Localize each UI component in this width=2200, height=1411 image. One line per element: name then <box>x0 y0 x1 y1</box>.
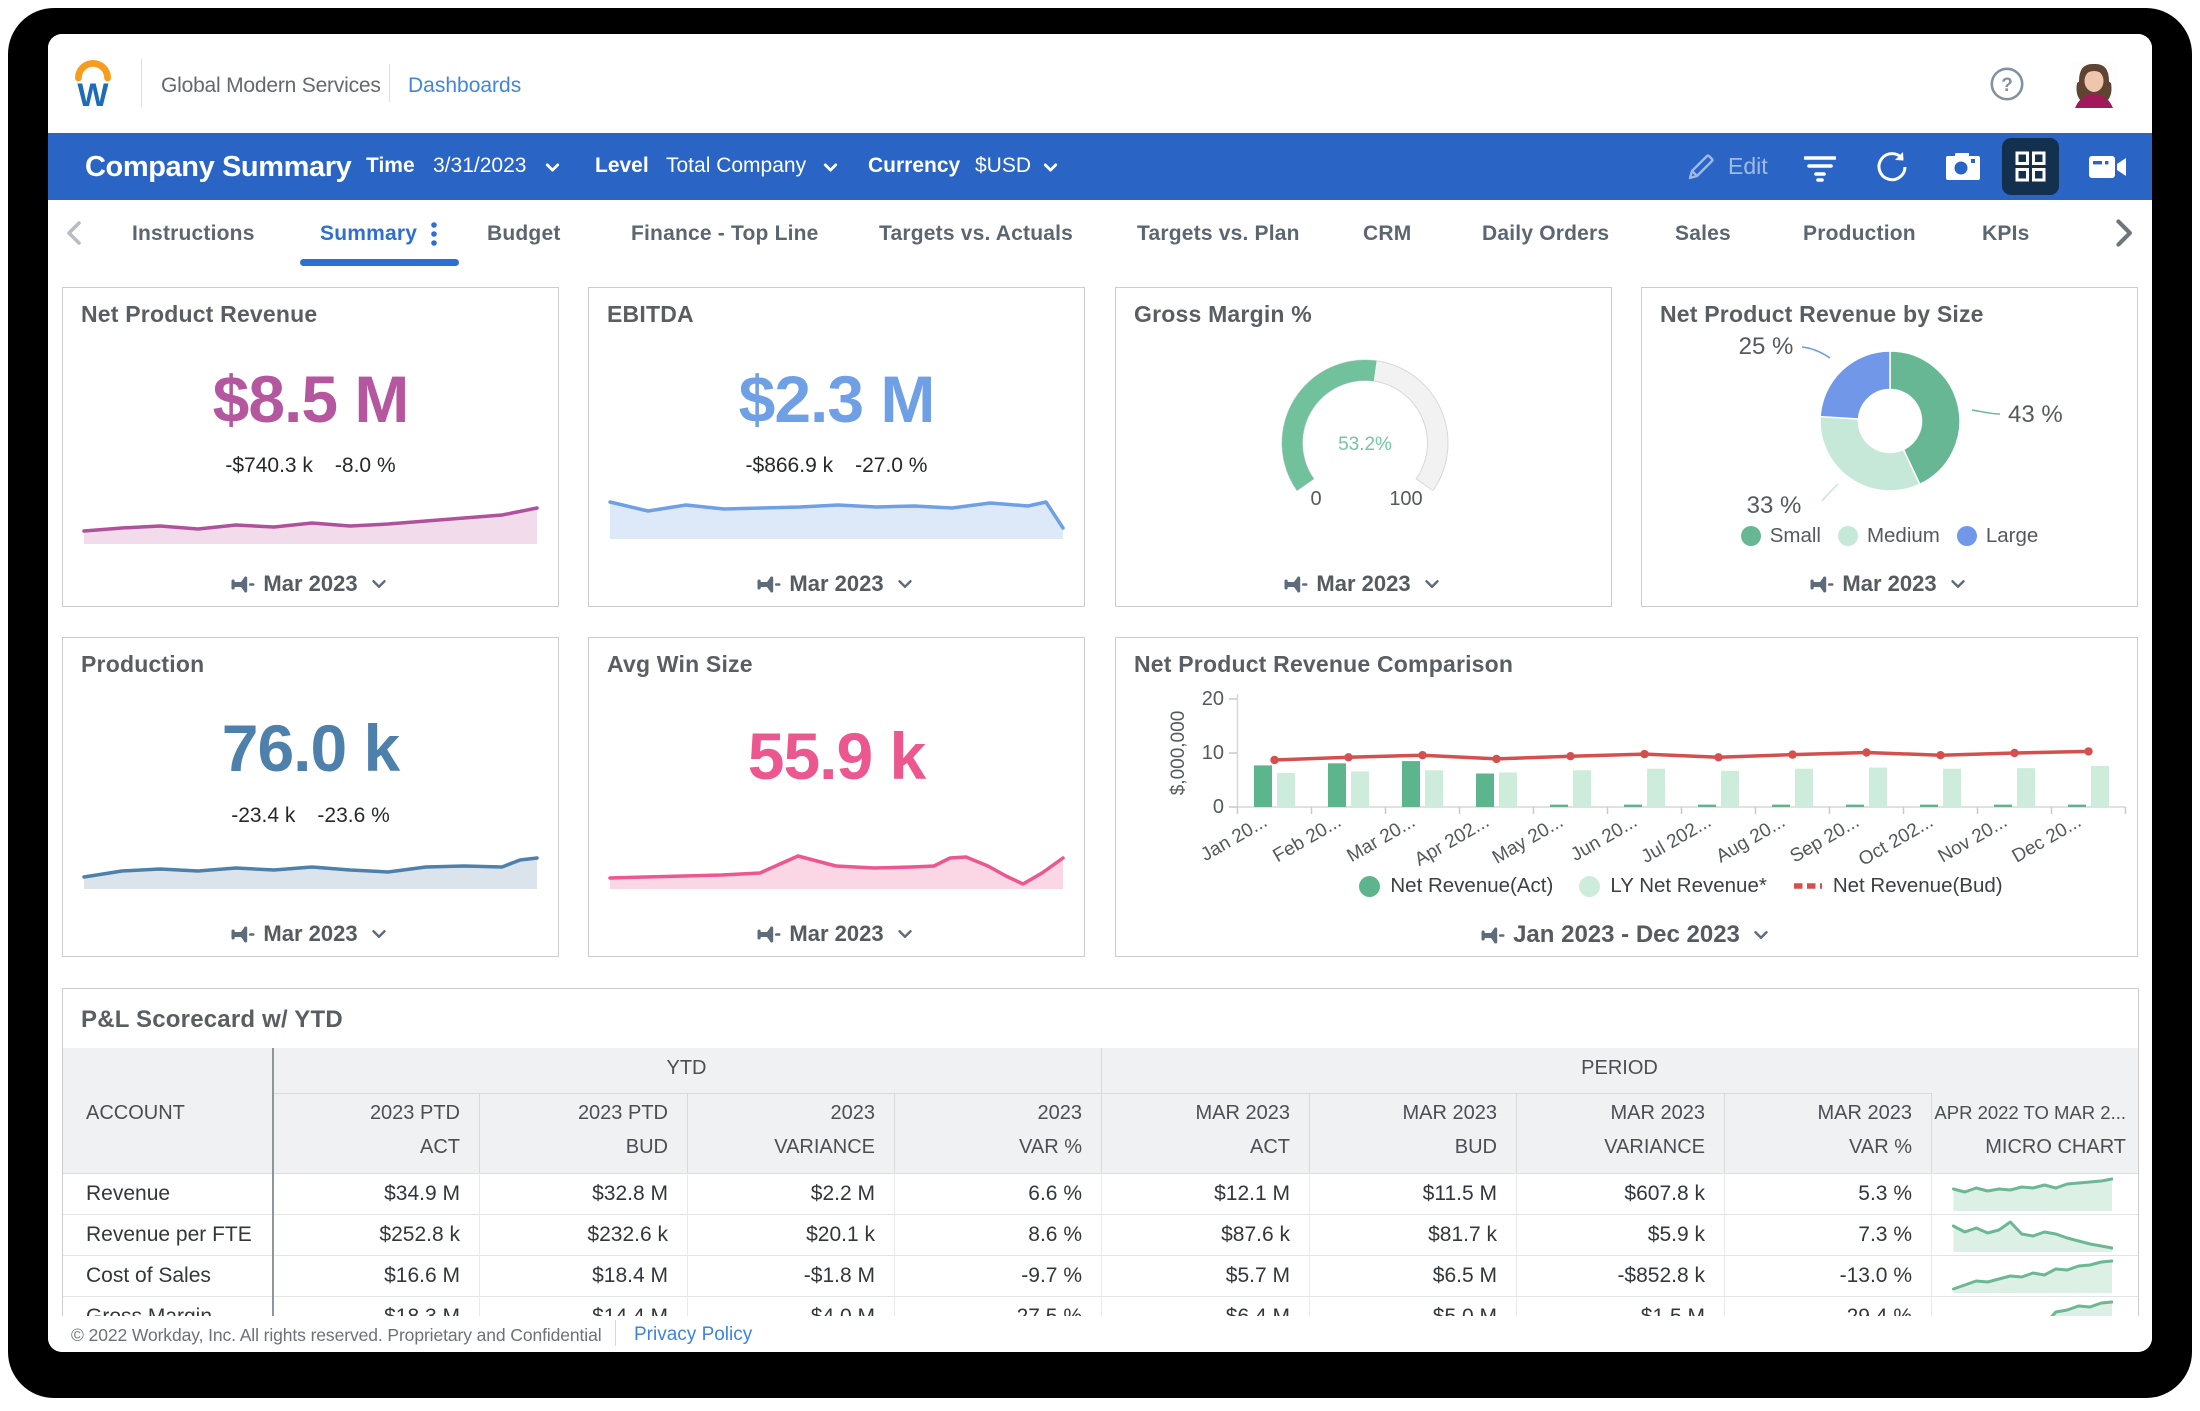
svg-text:100: 100 <box>1389 488 1422 510</box>
svg-text:Mar 20...: Mar 20... <box>1344 811 1419 867</box>
svg-text:25 %: 25 % <box>1739 333 1794 360</box>
svg-text:Jun 20...: Jun 20... <box>1567 811 1641 866</box>
svg-text:0: 0 <box>1213 796 1224 818</box>
svg-text:W: W <box>77 77 109 107</box>
svg-text:Aug 20...: Aug 20... <box>1713 811 1789 867</box>
svg-text:Apr 202...: Apr 202... <box>1411 811 1493 870</box>
svg-text:10: 10 <box>1202 742 1224 764</box>
svg-text:20: 20 <box>1202 688 1224 710</box>
svg-text:53.2%: 53.2% <box>1338 434 1392 455</box>
svg-text:$,000,000: $,000,000 <box>1168 711 1189 796</box>
svg-text:Feb 20...: Feb 20... <box>1270 811 1345 867</box>
svg-text:Sep 20...: Sep 20... <box>1787 811 1863 867</box>
svg-text:May 20...: May 20... <box>1489 811 1567 868</box>
svg-text:Nov 20...: Nov 20... <box>1935 811 2011 867</box>
svg-text:0: 0 <box>1310 488 1321 510</box>
svg-text:Jul 202...: Jul 202... <box>1638 811 1715 868</box>
svg-text:Oct 202...: Oct 202... <box>1855 811 1937 870</box>
svg-text:33 %: 33 % <box>1747 492 1802 519</box>
svg-text:Jan 20...: Jan 20... <box>1197 811 1271 866</box>
svg-text:?: ? <box>2001 75 2013 96</box>
svg-text:Dec 20...: Dec 20... <box>2009 811 2085 867</box>
svg-text:43 %: 43 % <box>2008 401 2063 428</box>
